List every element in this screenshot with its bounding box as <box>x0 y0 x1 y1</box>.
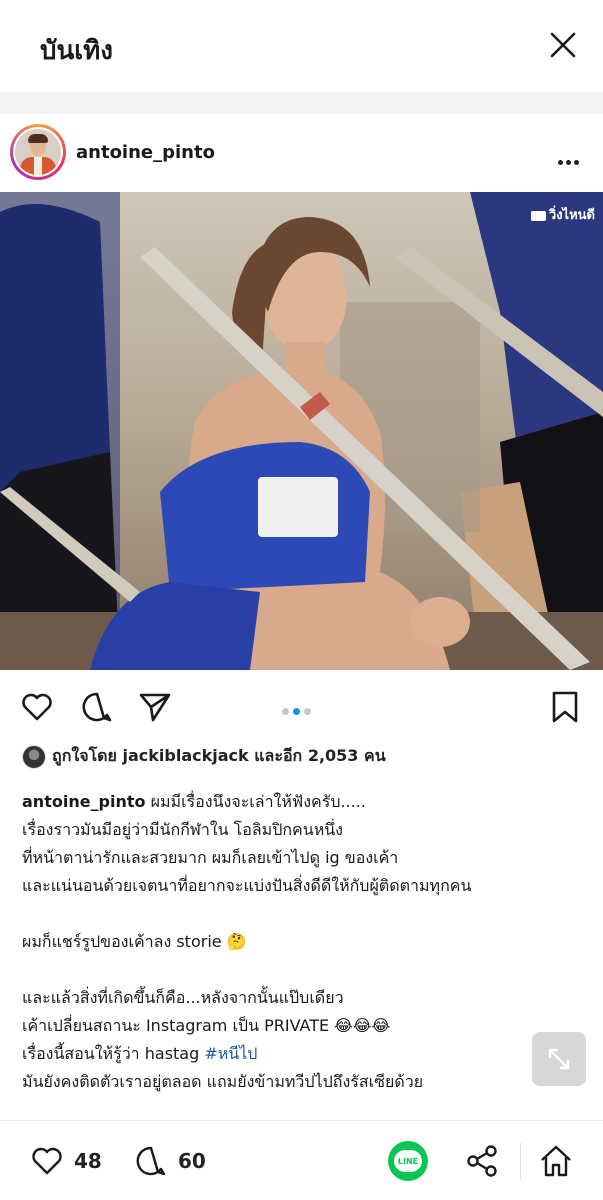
caption-line: ผมก็แชร์รูปของเค้าลง storie 🤔 <box>22 932 247 951</box>
post-username[interactable]: antoine_pinto <box>76 142 215 163</box>
carousel-dot <box>304 708 311 715</box>
caption-line: และแล้วสิ่งที่เกิดขึ้นก็คือ...หลังจากนั้… <box>22 988 344 1007</box>
top-bar: บันเทิง <box>0 0 603 92</box>
close-icon[interactable] <box>548 30 578 60</box>
share-button[interactable] <box>464 1143 500 1179</box>
athlete-photo-illustration <box>0 192 603 670</box>
comment-count: 60 <box>178 1149 206 1173</box>
carousel-dot <box>282 708 289 715</box>
watermark: วิ่งไหนดี <box>530 204 595 225</box>
caption-username[interactable]: antoine_pinto <box>22 792 146 811</box>
likes-conjunction: และอีก <box>254 746 303 765</box>
caption-line: เค้าเปลี่ยนสถานะ Instagram เป็น PRIVATE … <box>22 1016 391 1035</box>
likes-count[interactable]: 2,053 <box>308 746 359 765</box>
comment-icon[interactable] <box>80 690 114 724</box>
liker-username[interactable]: jackiblackjack <box>123 746 249 765</box>
heart-icon <box>32 1147 62 1175</box>
hashtag-link[interactable]: #หนีไป <box>204 1044 257 1063</box>
bottom-bar: 48 60 LINE <box>0 1120 603 1200</box>
line-share-button[interactable]: LINE <box>388 1141 428 1181</box>
caption-line: มันยังคงติดตัวเราอยู่ตลอด แถมยังข้ามทวีป… <box>22 1072 424 1091</box>
share-icon <box>467 1145 497 1177</box>
post-caption: antoine_pinto ผมมีเรื่องนึงจะเล่าให้ฟังค… <box>22 788 592 1096</box>
liker-avatar[interactable] <box>22 744 46 769</box>
like-button[interactable]: 48 <box>30 1143 102 1179</box>
section-divider <box>0 92 603 114</box>
expand-icon[interactable] <box>532 1032 586 1086</box>
carousel-indicator <box>282 700 315 719</box>
more-horizontal-icon[interactable] <box>558 150 584 165</box>
comment-button[interactable]: 60 <box>134 1143 206 1179</box>
caption-line: และแน่นอนด้วยเจตนาที่อยากจะแบ่งปันสิ่งดี… <box>22 876 472 895</box>
caption-line: ผมมีเรื่องนึงจะเล่าให้ฟังครับ..... <box>145 792 366 811</box>
send-icon[interactable] <box>138 690 172 724</box>
caption-line: เรื่องราวมันมีอยู่ว่ามีนักกีฬาใน โอลิมปิ… <box>22 820 343 839</box>
shoe-icon <box>530 210 546 221</box>
home-button[interactable] <box>538 1143 574 1179</box>
post-header: antoine_pinto <box>0 114 603 192</box>
likes-prefix: ถูกใจโดย <box>52 746 117 765</box>
likes-summary: ถูกใจโดย jackiblackjack และอีก 2,053 คน <box>22 744 386 769</box>
bottom-divider <box>520 1143 521 1179</box>
comment-icon <box>136 1146 166 1176</box>
page-title: บันเทิง <box>40 36 113 66</box>
post-action-bar <box>0 670 603 740</box>
line-app-icon: LINE <box>388 1141 428 1181</box>
home-icon <box>541 1145 571 1177</box>
caption-line: เรื่องนี้สอนให้รู้ว่า hastag <box>22 1044 205 1063</box>
avatar[interactable] <box>10 124 66 180</box>
likes-suffix: คน <box>364 746 386 765</box>
caption-line: ที่หน้าตาน่ารักและสวยมาก ผมก็เลยเข้าไปดู… <box>22 848 399 867</box>
like-count: 48 <box>74 1149 102 1173</box>
heart-icon[interactable] <box>20 690 54 724</box>
post-image[interactable]: วิ่งไหนดี <box>0 192 603 670</box>
bookmark-icon[interactable] <box>548 690 582 724</box>
carousel-dot-active <box>293 708 300 715</box>
